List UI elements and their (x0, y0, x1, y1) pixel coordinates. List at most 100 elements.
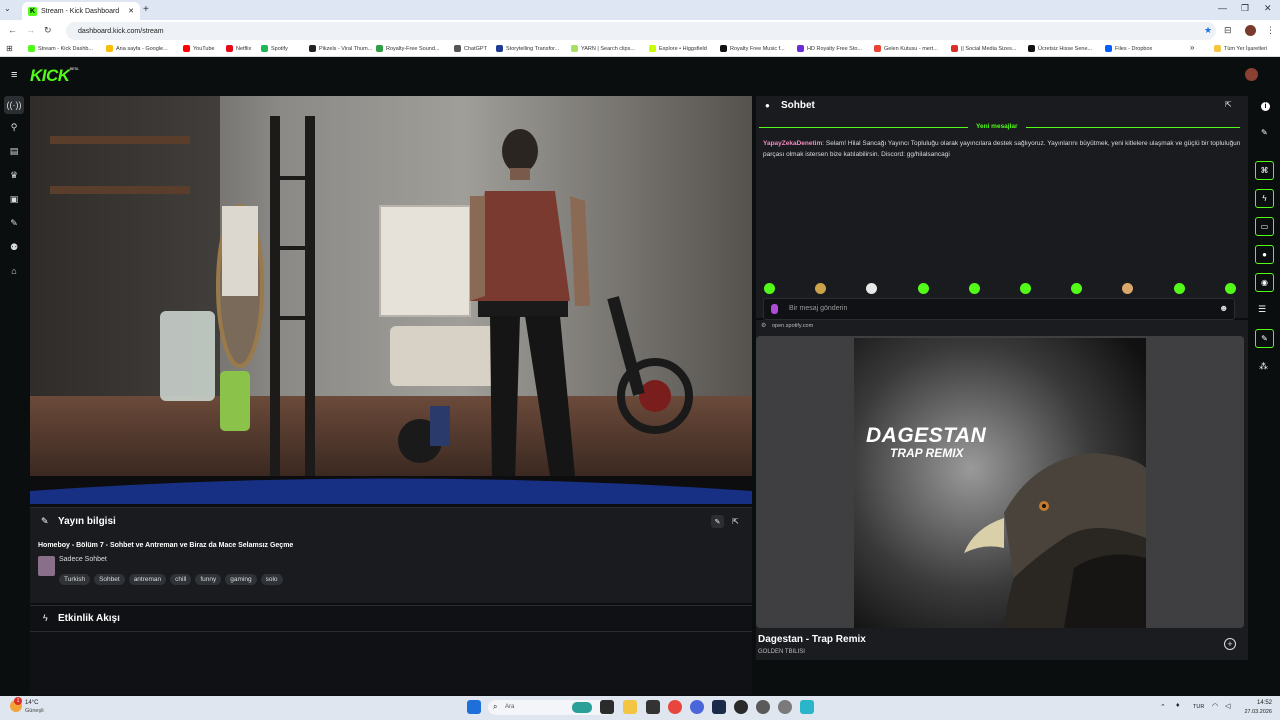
bookmark-item[interactable]: ChatGPT (454, 45, 487, 52)
reload-icon[interactable]: ↻ (44, 25, 52, 36)
close-window-icon[interactable]: ✕ (1264, 3, 1272, 14)
user-avatar[interactable] (1245, 68, 1258, 81)
profile-avatar[interactable] (1245, 25, 1256, 36)
bookmark-item[interactable]: HD Royalty Free Sto... (797, 45, 862, 52)
bookmark-star-icon[interactable]: ★ (1204, 25, 1212, 36)
tray-chevron-icon[interactable]: ⌃ (1160, 703, 1166, 711)
stream-preview-video[interactable] (30, 96, 752, 504)
bookmark-item[interactable]: Gelen Kutusu - mert... (874, 45, 938, 52)
bookmark-item[interactable]: Ana sayfa - Google... (106, 45, 168, 52)
bookmark-item[interactable]: Spotify (261, 45, 288, 52)
lightning-icon[interactable]: ϟ (1255, 189, 1274, 208)
restore-icon[interactable]: ❐ (1241, 3, 1249, 14)
microphone-tray-icon[interactable]: ♦ (1176, 702, 1180, 709)
bookmark-item[interactable]: Files - Dropbox (1105, 45, 1152, 52)
add-track-icon[interactable]: + (1224, 638, 1236, 650)
emote-icon[interactable] (1020, 283, 1031, 294)
minimize-icon[interactable]: — (1218, 3, 1227, 13)
file-explorer-icon[interactable] (623, 700, 637, 714)
video-library-icon[interactable]: ▤ (8, 145, 20, 157)
chat-input-box[interactable]: Bir mesaj gönderin ☻ (763, 298, 1235, 320)
info-icon[interactable]: i (1261, 102, 1270, 111)
browser-tab[interactable]: K Stream - Kick Dashboard ✕ (22, 2, 140, 20)
browser-icon[interactable] (690, 700, 704, 714)
emote-icon[interactable] (866, 283, 878, 294)
task-view-icon[interactable] (600, 700, 614, 714)
emote-icon[interactable] (1173, 283, 1185, 294)
emote-icon[interactable] (968, 283, 980, 294)
document-icon[interactable]: ▭ (1255, 217, 1274, 236)
tab-search-icon[interactable]: ⌄ (4, 4, 11, 13)
film-icon[interactable]: ▣ (8, 193, 20, 205)
bookmark-item[interactable]: Ücretsiz Hisse Sene... (1028, 45, 1092, 52)
emote-icon[interactable] (1224, 283, 1236, 294)
chrome-icon[interactable] (668, 700, 682, 714)
menu-kebab-icon[interactable]: ⋮ (1266, 25, 1275, 36)
chat-popout-icon[interactable]: ⇱ (1225, 100, 1232, 109)
emote-icon[interactable] (764, 283, 775, 294)
chat-icon[interactable]: ● (1255, 245, 1274, 264)
kick-logo[interactable]: KICKBETA (30, 66, 79, 86)
settings-icon[interactable] (756, 700, 770, 714)
wrench-icon[interactable]: ✎ (8, 217, 20, 229)
tag-chip[interactable]: antreman (128, 574, 167, 585)
apps-icon[interactable]: ⁂ (1259, 361, 1268, 372)
more-bookmarks-icon[interactable]: » (1190, 43, 1194, 52)
artist-name[interactable]: GOLDEN TBILISI (758, 649, 805, 655)
back-icon[interactable]: ← (8, 25, 17, 35)
emote-icon[interactable] (917, 283, 929, 294)
tag-chip[interactable]: Turkish (59, 574, 91, 585)
bookmark-item[interactable]: Pikzels - Viral Thum... (309, 45, 372, 52)
site-settings-icon[interactable]: ⚙ (761, 322, 766, 329)
bookmark-item[interactable]: YARN | Search clips... (571, 45, 635, 52)
emoji-picker-icon[interactable]: ☻ (1219, 303, 1228, 313)
close-tab-icon[interactable]: ✕ (128, 7, 134, 15)
volume-icon[interactable]: ◁ (1225, 702, 1230, 710)
bookmark-item[interactable]: YouTube (183, 45, 215, 52)
edit-pencil-button[interactable]: ✎ (711, 515, 724, 528)
broadcast-icon[interactable]: ◉ (1255, 273, 1274, 292)
language-indicator[interactable]: TUR (1193, 704, 1204, 710)
bookmark-item[interactable]: Stream - Kick Dashb... (28, 45, 93, 52)
bookmark-item[interactable]: || Social Media Sizes... (951, 45, 1016, 52)
layers-icon[interactable]: ☰ (1258, 304, 1266, 315)
clip-icon[interactable]: ⌘ (1255, 161, 1274, 180)
wifi-icon[interactable]: ◠ (1212, 702, 1218, 710)
track-title[interactable]: Dagestan - Trap Remix (758, 634, 866, 645)
popout-icon[interactable]: ⇱ (729, 515, 742, 528)
apps-grid-icon[interactable]: ⊞ (6, 44, 13, 53)
gear-icon[interactable] (778, 700, 792, 714)
notepad-icon[interactable] (800, 700, 814, 714)
bookmark-item[interactable]: Storytelling Transfor... (496, 45, 559, 52)
address-bar[interactable]: dashboard.kick.com/stream (66, 22, 1216, 40)
microphone-icon[interactable] (771, 304, 778, 314)
chat-username[interactable]: YapayZekaDenetim (763, 140, 822, 147)
forward-icon[interactable]: → (26, 25, 35, 35)
hamburger-menu-icon[interactable]: ≡ (11, 69, 17, 81)
edit-icon[interactable]: ✎ (1261, 128, 1268, 137)
bookmark-item[interactable]: Explore • Higgsfield (649, 45, 707, 52)
emote-icon[interactable] (815, 283, 827, 294)
tools-icon[interactable]: ✎ (1255, 329, 1274, 348)
all-bookmarks-folder[interactable]: Tüm Yer İşaretleri (1214, 45, 1267, 52)
bookmark-item[interactable]: Royalty Free Music f... (720, 45, 785, 52)
link-icon[interactable]: ⚲ (8, 121, 20, 133)
windows-start-icon[interactable] (467, 700, 481, 714)
bank-icon[interactable]: ⌂ (8, 265, 20, 277)
clock-time[interactable]: 14:52 (1242, 700, 1272, 706)
extensions-icon[interactable]: ⊟ (1224, 25, 1232, 36)
emote-icon[interactable] (1071, 283, 1083, 294)
tag-chip[interactable]: gaming (225, 574, 257, 585)
obs-icon[interactable] (734, 700, 748, 714)
tag-chip[interactable]: Sohbet (94, 574, 125, 585)
album-cover[interactable]: DAGESTAN TRAP REMIX (854, 338, 1146, 628)
app-icon[interactable] (712, 700, 726, 714)
taskbar-search[interactable]: ⌕ Ara (488, 700, 614, 715)
tag-chip[interactable]: chill (170, 574, 192, 585)
users-icon[interactable]: ⚉ (8, 241, 20, 253)
bookmark-item[interactable]: Royalty-Free Sound... (376, 45, 440, 52)
app-icon[interactable] (646, 700, 660, 714)
tag-chip[interactable]: funny (195, 574, 222, 585)
trophy-icon[interactable]: ♛ (8, 169, 20, 181)
tag-chip[interactable]: solo (260, 574, 283, 585)
